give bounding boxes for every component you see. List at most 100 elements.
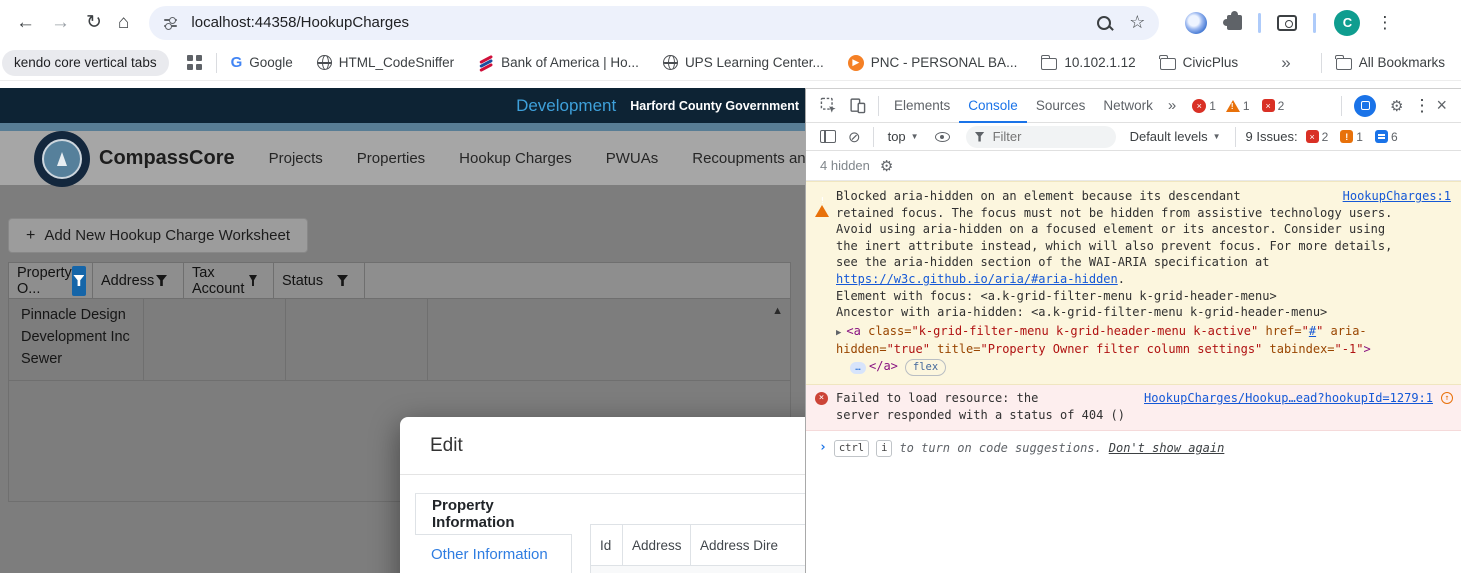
- filter-funnel-icon[interactable]: [337, 275, 348, 286]
- source-link[interactable]: HookupCharges/Hookup…ead?hookupId=1279:1: [1144, 390, 1433, 407]
- nav-recoupments[interactable]: Recoupments and Surcharges: [692, 150, 805, 167]
- back-icon[interactable]: ←: [16, 13, 35, 32]
- grid-header-row: Property O... Address Tax Account Status: [9, 263, 790, 299]
- bookmarks-overflow-icon[interactable]: »: [1281, 53, 1290, 73]
- pnc-icon: ▶: [847, 54, 864, 71]
- site-settings-icon[interactable]: [163, 15, 179, 31]
- expand-arrow-icon[interactable]: ▶: [836, 328, 841, 338]
- apps-grid-icon[interactable]: [186, 55, 202, 70]
- property-grid-header: Id Address Address Dire: [591, 525, 805, 565]
- device-toolbar-icon[interactable]: [849, 97, 866, 114]
- bookmark-html-codesniffer[interactable]: HTML_CodeSniffer: [316, 55, 454, 70]
- refresh-icon[interactable]: ↻: [86, 13, 102, 32]
- bookmark-folder-civicplus[interactable]: CivicPlus: [1159, 55, 1238, 70]
- devtools-tab-elements[interactable]: Elements: [885, 89, 959, 123]
- nav-properties[interactable]: Properties: [357, 150, 425, 167]
- column-header-address[interactable]: Address: [93, 263, 184, 298]
- devtools-tab-network[interactable]: Network: [1094, 89, 1162, 123]
- source-link[interactable]: HookupCharges:1: [1343, 188, 1451, 205]
- address-bar[interactable]: localhost:44358/HookupCharges ☆: [149, 5, 1160, 40]
- issues-badge-icon[interactable]: ×: [1261, 99, 1275, 112]
- console-messages: HookupCharges:1 Blocked aria-hidden on a…: [806, 181, 1461, 458]
- extensions-puzzle-icon[interactable]: [1223, 11, 1243, 30]
- filter-funnel-icon[interactable]: [156, 275, 167, 286]
- ai-assistance-icon[interactable]: [1354, 94, 1377, 117]
- devtools-tab-sources[interactable]: Sources: [1027, 89, 1095, 123]
- clear-console-icon[interactable]: ⊘: [848, 128, 861, 146]
- cell-address: [144, 299, 286, 380]
- tab-other-information[interactable]: Other Information: [415, 535, 571, 573]
- tab-search-icon[interactable]: [1277, 14, 1298, 31]
- nav-hookup-charges[interactable]: Hookup Charges: [459, 150, 572, 167]
- warning-badge-icon[interactable]: [1225, 99, 1240, 112]
- flex-badge[interactable]: flex: [904, 358, 947, 376]
- aria-spec-link[interactable]: https://w3c.github.io/aria/#aria-hidden: [836, 272, 1118, 286]
- nav-pwuas[interactable]: PWUAs: [606, 150, 659, 167]
- table-row[interactable]: Pinnacle Design Development Inc Sewer: [9, 299, 790, 381]
- extension-swirl-icon[interactable]: [1185, 11, 1208, 34]
- warning-text: Blocked aria-hidden on an element becaus…: [836, 189, 1393, 270]
- log-levels-selector[interactable]: Default levels ▼: [1130, 129, 1221, 144]
- dom-element-preview[interactable]: ▶ <a class="k-grid-filter-menu k-grid-hea…: [836, 323, 1449, 376]
- expand-ellipsis-icon[interactable]: …: [850, 362, 866, 375]
- inspect-element-icon[interactable]: [820, 97, 837, 114]
- devtools-settings-icon[interactable]: ⚙: [1390, 97, 1403, 115]
- column-header-tax-account[interactable]: Tax Account: [184, 263, 274, 298]
- filter-button-active[interactable]: [71, 265, 86, 296]
- console-warning-message: HookupCharges:1 Blocked aria-hidden on a…: [806, 181, 1461, 385]
- chevron-down-icon: ▼: [910, 132, 919, 141]
- issues-blue-icon[interactable]: [1374, 130, 1388, 143]
- bookmark-star-icon[interactable]: ☆: [1129, 12, 1145, 33]
- plus-icon: +: [26, 226, 36, 244]
- home-icon[interactable]: ⌂: [118, 13, 129, 32]
- issue-link-icon[interactable]: ↑: [1441, 391, 1453, 404]
- url-text[interactable]: localhost:44358/HookupCharges: [191, 14, 409, 31]
- filter-input[interactable]: [965, 125, 1116, 148]
- column-header-address[interactable]: Address: [623, 525, 691, 565]
- tab-group-chip[interactable]: kendo core vertical tabs: [2, 49, 169, 76]
- county-seal-logo[interactable]: [34, 131, 90, 187]
- add-worksheet-button[interactable]: + Add New Hookup Charge Worksheet: [8, 218, 309, 253]
- column-header-address-direction[interactable]: Address Dire: [691, 525, 805, 565]
- globe-icon: [662, 55, 678, 70]
- all-bookmarks-button[interactable]: All Bookmarks: [1335, 55, 1445, 70]
- bookmark-bank-of-america[interactable]: Bank of America | Ho...: [478, 54, 639, 72]
- filter-funnel-icon[interactable]: [248, 275, 257, 286]
- browser-menu-icon[interactable]: ⋮: [1376, 13, 1393, 33]
- bookmark-google[interactable]: G Google: [231, 54, 293, 71]
- devtools-tab-console[interactable]: Console: [959, 89, 1027, 123]
- devtools-menu-icon[interactable]: ⋮: [1413, 96, 1430, 116]
- bookmark-pnc[interactable]: ▶ PNC - PERSONAL BA...: [847, 54, 1017, 71]
- issues-red-icon[interactable]: ×: [1305, 130, 1319, 143]
- tab-property-information[interactable]: Property Information: [415, 494, 572, 535]
- prompt-chevron-icon: ›: [819, 440, 827, 456]
- devtools-panel: Elements Console Sources Network » × 1 1…: [805, 88, 1461, 573]
- live-expression-icon[interactable]: [934, 131, 950, 142]
- dismiss-suggestions-link[interactable]: Don't show again: [1109, 440, 1225, 457]
- forward-icon[interactable]: →: [51, 13, 70, 32]
- context-selector[interactable]: top ▼: [888, 129, 919, 144]
- console-settings-icon[interactable]: ⚙: [880, 157, 893, 175]
- console-prompt[interactable]: › ctrl i to turn on code suggestions. Do…: [806, 431, 1461, 458]
- cell-property-owner: Pinnacle Design Development Inc Sewer: [9, 299, 144, 380]
- devtools-close-icon[interactable]: ×: [1436, 95, 1447, 116]
- zoom-icon[interactable]: [1097, 15, 1112, 30]
- dialog-title: Edit: [400, 417, 805, 475]
- scrollbar-up-icon[interactable]: ▲: [772, 305, 783, 317]
- filter-funnel-icon: [73, 275, 85, 286]
- more-tabs-icon[interactable]: »: [1162, 97, 1182, 114]
- error-badge-icon[interactable]: ×: [1192, 98, 1207, 113]
- devtools-separator: [878, 95, 879, 116]
- bookmark-folder-ip[interactable]: 10.102.1.12: [1040, 55, 1136, 70]
- profile-avatar[interactable]: C: [1334, 9, 1361, 36]
- bookmark-ups-learning[interactable]: UPS Learning Center...: [662, 55, 824, 70]
- toolbar-separator: [1313, 12, 1317, 33]
- issues-orange-icon[interactable]: !: [1340, 130, 1354, 143]
- issues-label[interactable]: 9 Issues:: [1246, 129, 1298, 144]
- accent-strip: [0, 123, 805, 131]
- column-header-status[interactable]: Status: [274, 263, 365, 298]
- column-header-id[interactable]: Id: [591, 525, 623, 565]
- nav-projects[interactable]: Projects: [269, 150, 323, 167]
- column-header-property-owner[interactable]: Property O...: [9, 263, 93, 298]
- console-sidebar-icon[interactable]: [820, 130, 836, 143]
